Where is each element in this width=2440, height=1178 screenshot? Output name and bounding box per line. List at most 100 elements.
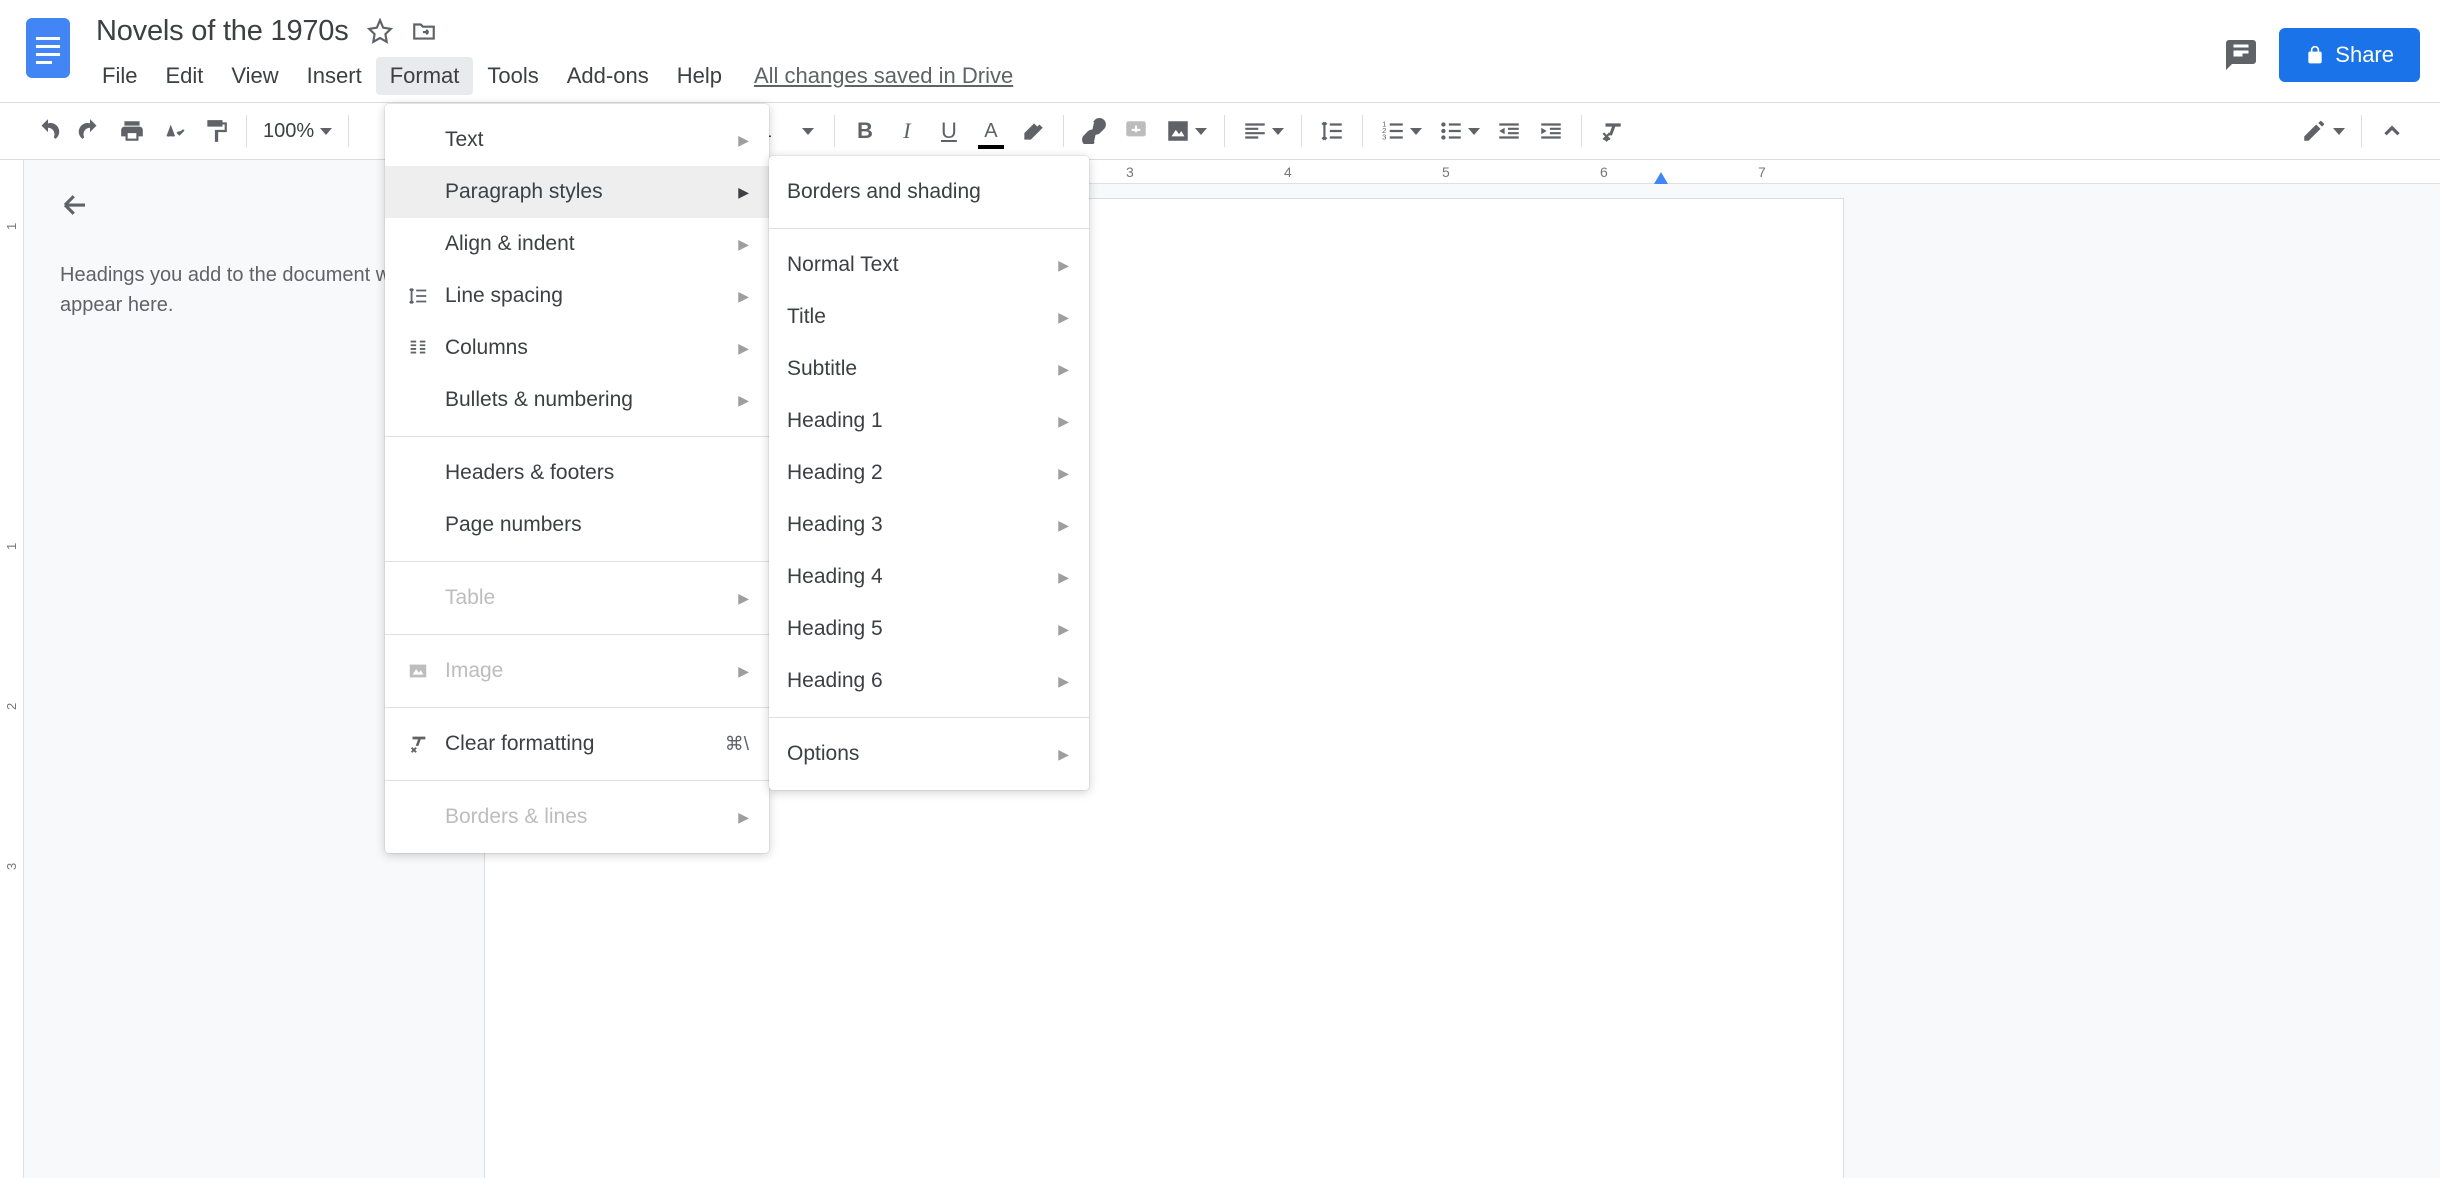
submenu-arrow-icon: ▶	[1058, 621, 1069, 638]
menu-heading-4[interactable]: Heading 4▶	[769, 551, 1089, 603]
menu-align-indent[interactable]: Align & indent▶	[385, 218, 769, 270]
submenu-arrow-icon: ▶	[738, 392, 749, 409]
menu-headers-footers[interactable]: Headers & footers	[385, 447, 769, 499]
menu-options[interactable]: Options▶	[769, 728, 1089, 780]
move-to-folder-icon[interactable]	[411, 18, 437, 44]
undo-button[interactable]	[28, 111, 68, 151]
menu-normal-text[interactable]: Normal Text▶	[769, 239, 1089, 291]
menu-title[interactable]: Title▶	[769, 291, 1089, 343]
menu-heading-6[interactable]: Heading 6▶	[769, 655, 1089, 707]
submenu-arrow-icon: ▶	[738, 340, 749, 357]
menu-borders-lines: Borders & lines▶	[385, 791, 769, 843]
menu-edit[interactable]: Edit	[151, 57, 217, 95]
menu-borders-shading[interactable]: Borders and shading	[769, 166, 1089, 218]
right-indent-marker-icon[interactable]	[1654, 172, 1668, 184]
align-left-icon	[1242, 118, 1268, 144]
menu-addons[interactable]: Add-ons	[553, 57, 663, 95]
zoom-select[interactable]: 100%	[257, 120, 338, 143]
separator	[246, 115, 247, 147]
menu-insert[interactable]: Insert	[293, 57, 376, 95]
clear-format-icon	[403, 732, 433, 756]
separator	[1301, 115, 1302, 147]
svg-text:3: 3	[1382, 133, 1386, 142]
underline-button[interactable]: U	[929, 111, 969, 151]
text-color-icon: A	[984, 120, 997, 143]
numbered-list-button[interactable]: 123	[1373, 111, 1429, 151]
submenu-arrow-icon: ▶	[1058, 309, 1069, 326]
editing-mode-button[interactable]	[2295, 111, 2351, 151]
separator	[348, 115, 349, 147]
document-title[interactable]: Novels of the 1970s	[96, 15, 349, 48]
menu-separator	[385, 707, 769, 708]
submenu-arrow-icon: ▶	[1058, 361, 1069, 378]
highlight-button[interactable]	[1013, 111, 1053, 151]
italic-button[interactable]: I	[887, 111, 927, 151]
back-arrow-icon[interactable]	[60, 190, 90, 220]
menu-bar: File Edit View Insert Format Tools Add-o…	[88, 56, 2223, 96]
menu-separator	[769, 228, 1089, 229]
decrease-indent-icon	[1496, 118, 1522, 144]
menu-page-numbers[interactable]: Page numbers	[385, 499, 769, 551]
menu-heading-3[interactable]: Heading 3▶	[769, 499, 1089, 551]
vertical-ruler: 1 1 2 3	[0, 160, 24, 1178]
docs-icon	[23, 15, 73, 81]
submenu-arrow-icon: ▶	[738, 809, 749, 826]
separator	[1224, 115, 1225, 147]
menu-view[interactable]: View	[217, 57, 292, 95]
line-spacing-button[interactable]	[1312, 111, 1352, 151]
link-button[interactable]	[1074, 111, 1114, 151]
undo-icon	[35, 118, 61, 144]
menu-file[interactable]: File	[88, 57, 151, 95]
submenu-arrow-icon: ▶	[1058, 673, 1069, 690]
save-status[interactable]: All changes saved in Drive	[754, 63, 1013, 89]
paint-format-button[interactable]	[196, 111, 236, 151]
menu-clear-formatting[interactable]: Clear formatting⌘\	[385, 718, 769, 770]
chevron-down-icon	[1468, 128, 1480, 135]
docs-logo[interactable]	[20, 10, 76, 86]
submenu-arrow-icon: ▶	[738, 132, 749, 149]
format-menu: Text▶ Paragraph styles▶ Align & indent▶ …	[385, 104, 769, 853]
bulleted-list-button[interactable]	[1431, 111, 1487, 151]
separator	[834, 115, 835, 147]
menu-heading-1[interactable]: Heading 1▶	[769, 395, 1089, 447]
menu-subtitle[interactable]: Subtitle▶	[769, 343, 1089, 395]
clear-formatting-button[interactable]	[1592, 111, 1632, 151]
submenu-arrow-icon: ▶	[1058, 517, 1069, 534]
submenu-arrow-icon: ▶	[738, 590, 749, 607]
increase-indent-icon	[1538, 118, 1564, 144]
comment-button[interactable]	[1116, 111, 1156, 151]
redo-button[interactable]	[70, 111, 110, 151]
numbered-list-icon: 123	[1380, 118, 1406, 144]
menu-format[interactable]: Format	[376, 57, 474, 95]
menu-heading-5[interactable]: Heading 5▶	[769, 603, 1089, 655]
align-button[interactable]	[1235, 111, 1291, 151]
bold-button[interactable]: B	[845, 111, 885, 151]
chevron-down-icon	[802, 128, 814, 135]
decrease-indent-button[interactable]	[1489, 111, 1529, 151]
menu-text[interactable]: Text▶	[385, 114, 769, 166]
increase-indent-button[interactable]	[1531, 111, 1571, 151]
image-button[interactable]	[1158, 111, 1214, 151]
spellcheck-button[interactable]	[154, 111, 194, 151]
submenu-arrow-icon: ▶	[1058, 413, 1069, 430]
star-icon[interactable]	[367, 18, 393, 44]
print-icon	[119, 118, 145, 144]
menu-columns[interactable]: Columns▶	[385, 322, 769, 374]
print-button[interactable]	[112, 111, 152, 151]
pencil-icon	[2301, 118, 2327, 144]
menu-line-spacing[interactable]: Line spacing▶	[385, 270, 769, 322]
submenu-arrow-icon: ▶	[738, 288, 749, 305]
collapse-toolbar-button[interactable]	[2372, 111, 2412, 151]
line-spacing-icon	[403, 284, 433, 308]
menu-bullets-numbering[interactable]: Bullets & numbering▶	[385, 374, 769, 426]
menu-tools[interactable]: Tools	[473, 57, 552, 95]
share-button[interactable]: Share	[2279, 28, 2420, 82]
underline-icon: U	[941, 118, 957, 144]
highlight-icon	[1020, 118, 1046, 144]
comments-icon[interactable]	[2223, 37, 2259, 73]
menu-heading-2[interactable]: Heading 2▶	[769, 447, 1089, 499]
separator	[2361, 115, 2362, 147]
menu-paragraph-styles[interactable]: Paragraph styles▶	[385, 166, 769, 218]
text-color-button[interactable]: A	[971, 111, 1011, 151]
menu-help[interactable]: Help	[663, 57, 736, 95]
